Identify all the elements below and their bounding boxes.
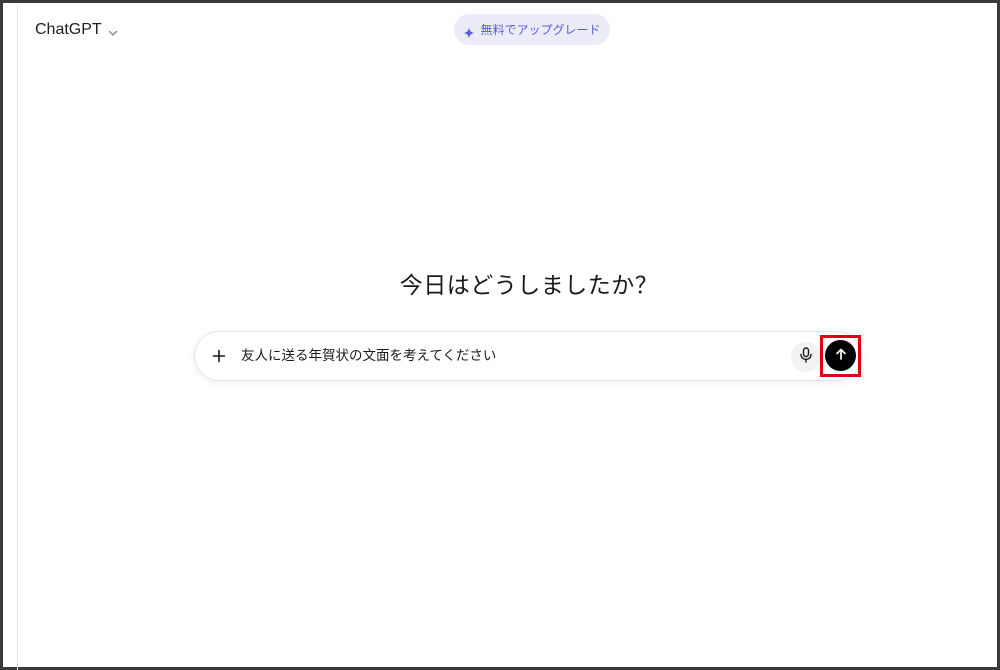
chevron-down-icon [107, 24, 119, 36]
plus-icon [212, 348, 226, 367]
model-name: ChatGPT [35, 21, 102, 38]
upgrade-label: 無料でアップグレード [480, 23, 601, 37]
attach-button[interactable] [205, 343, 233, 371]
voice-input-button[interactable] [791, 342, 821, 372]
sidebar-divider [17, 6, 18, 670]
send-button[interactable] [825, 340, 856, 371]
upgrade-button[interactable]: 無料でアップグレード [454, 14, 610, 45]
prompt-input[interactable] [241, 344, 771, 368]
prompt-composer [194, 331, 862, 381]
microphone-icon [799, 347, 813, 367]
arrow-up-icon [834, 346, 848, 365]
sparkle-icon [463, 24, 475, 38]
page-title: 今日はどうしましたか？ [399, 273, 659, 299]
model-switcher[interactable]: ChatGPT [27, 15, 127, 45]
